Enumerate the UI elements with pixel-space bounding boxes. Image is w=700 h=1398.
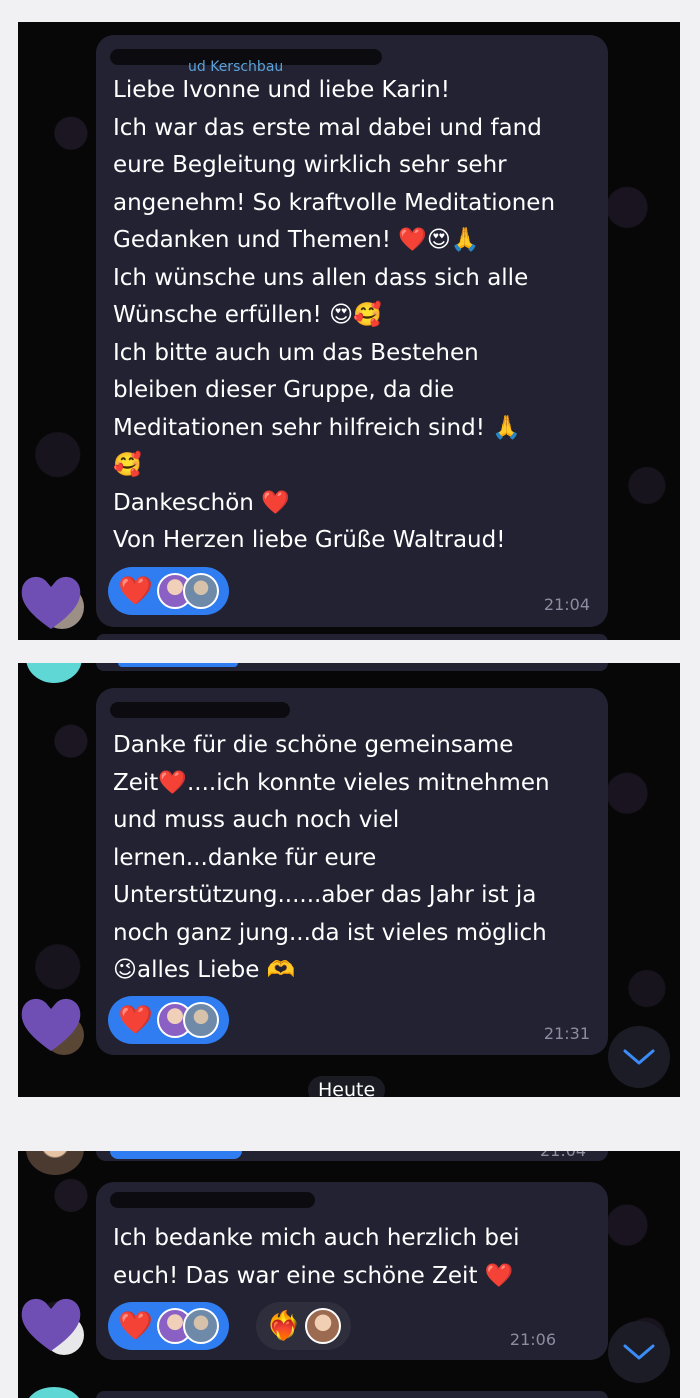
message-line: lernen...danke für eure xyxy=(113,844,377,871)
message-line: Ich bitte auch um das Bestehen xyxy=(113,339,479,366)
message-line: Dankeschön ❤️ xyxy=(113,489,290,516)
heart-reaction-emoji: ❤️ xyxy=(118,1003,153,1036)
chevron-down-icon xyxy=(623,1049,655,1065)
reactor-avatar xyxy=(304,1308,341,1344)
message-line: Von Herzen liebe Grüße Waltraud! xyxy=(113,527,506,553)
next-message-peek xyxy=(96,1391,608,1398)
heart-reaction-chip[interactable]: ❤️ xyxy=(108,996,229,1044)
heart-reaction-emoji: ❤️ xyxy=(118,1309,153,1342)
reactor-avatar xyxy=(182,1308,219,1344)
message-line: Ich war das erste mal dabei und fand xyxy=(113,114,542,141)
previous-reaction-peek xyxy=(110,1151,242,1159)
message-line: Zeit❤️....ich konnte vieles mitnehmen xyxy=(113,769,550,796)
sender-avatar[interactable] xyxy=(18,989,84,1055)
message-text: Ich bedanke mich auch herzlich bei euch!… xyxy=(113,1220,594,1295)
message-line: Ich bedanke mich auch herzlich bei xyxy=(113,1225,520,1251)
message-bubble[interactable]: Ich bedanke mich auch herzlich bei euch!… xyxy=(96,1182,608,1360)
message-line: Liebe Ivonne und liebe Karin! xyxy=(113,77,450,103)
message-bubble[interactable]: Danke für die schöne gemeinsame Zeit❤️..… xyxy=(96,688,608,1055)
message-line: euch! Das war eine schöne Zeit ❤️ xyxy=(113,1262,514,1289)
message-line: Gedanken und Themen! ❤️😍🙏 xyxy=(113,227,480,253)
heart-reaction-chip[interactable]: ❤️ xyxy=(108,1302,229,1350)
avatar-peek xyxy=(26,663,82,683)
date-separator: Heute xyxy=(308,1076,386,1097)
purple-heart-icon xyxy=(21,576,84,629)
message-bubble[interactable]: ud Kerschbau Liebe Ivonne und liebe Kari… xyxy=(96,35,608,627)
chevron-down-icon xyxy=(623,1344,655,1360)
avatar-peek xyxy=(26,1151,84,1175)
reactor-avatar xyxy=(182,573,219,609)
scroll-down-button[interactable] xyxy=(608,1026,670,1088)
avatar-peek xyxy=(26,1387,82,1398)
message-time: 21:06 xyxy=(509,1330,556,1349)
message-line: Wünsche erfüllen! 😍🥰 xyxy=(113,302,382,328)
message-line: noch ganz jung...da ist vieles möglich xyxy=(113,919,547,946)
message-line: eure Begleitung wirklich sehr sehr xyxy=(113,152,507,178)
sender-name-redacted xyxy=(110,1192,315,1208)
message-text: Danke für die schöne gemeinsame Zeit❤️..… xyxy=(113,727,594,990)
sender-avatar[interactable] xyxy=(18,1289,84,1355)
purple-heart-icon xyxy=(21,1298,84,1355)
heart-reaction-emoji: ❤️ xyxy=(118,574,153,607)
scroll-down-button[interactable] xyxy=(608,1321,670,1383)
message-line: Unterstützung......aber das Jahr ist ja xyxy=(113,882,537,908)
message-line: Meditationen sehr hilfreich sind! 🙏 xyxy=(113,414,521,441)
fire-heart-reaction-chip[interactable]: ❤️‍🔥 xyxy=(256,1302,351,1350)
chat-screenshot-1: ud Kerschbau Liebe Ivonne und liebe Kari… xyxy=(18,22,680,640)
message-line: bleiben dieser Gruppe, da die xyxy=(113,377,455,403)
sender-avatar[interactable] xyxy=(18,567,84,633)
reactor-avatar xyxy=(182,1002,219,1038)
message-line: 🥰 xyxy=(113,452,142,478)
message-line: und muss auch noch viel xyxy=(113,807,400,833)
chat-screenshot-3: 21:04 Ich bedanke mich auch herzlich bei… xyxy=(18,1151,680,1398)
message-line: Danke für die schöne gemeinsame xyxy=(113,732,514,758)
message-line: Ich wünsche uns allen dass sich alle xyxy=(113,264,529,291)
sender-name-redacted xyxy=(110,702,290,718)
heart-reaction-chip[interactable]: ❤️ xyxy=(108,567,229,615)
previous-reaction-peek xyxy=(118,663,238,667)
previous-message-time: 21:04 xyxy=(540,1151,586,1160)
message-time: 21:04 xyxy=(543,595,590,614)
message-text: Liebe Ivonne und liebe Karin! Ich war da… xyxy=(113,72,594,560)
next-message-peek xyxy=(96,634,608,640)
message-line: angenehm! So kraftvolle Meditationen xyxy=(113,189,556,216)
fire-heart-reaction-emoji: ❤️‍🔥 xyxy=(266,1309,301,1342)
message-time: 21:31 xyxy=(543,1024,590,1043)
chat-screenshot-2: Danke für die schöne gemeinsame Zeit❤️..… xyxy=(18,663,680,1097)
purple-heart-icon xyxy=(21,998,84,1055)
message-line: 😉alles Liebe 🫶 xyxy=(113,957,296,983)
